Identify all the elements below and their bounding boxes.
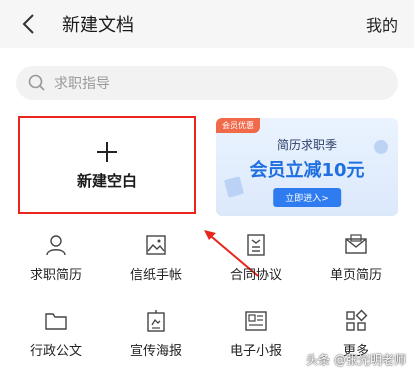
promo-enter-button[interactable]: 立即进入> xyxy=(273,188,341,207)
template-item-label: 单页简历 xyxy=(329,268,382,283)
template-item-contract[interactable]: 合同协议 xyxy=(204,232,308,283)
contract-icon xyxy=(247,234,265,256)
template-item-label: 信纸手帐 xyxy=(129,268,182,283)
image-icon xyxy=(146,235,166,255)
template-item-poster[interactable]: 宣传海报 xyxy=(104,308,208,359)
new-blank-button[interactable]: 新建空白 xyxy=(18,116,196,214)
search-input[interactable]: 求职指导 xyxy=(16,66,398,100)
promo-subtitle: 简历求职季 xyxy=(276,138,337,152)
back-button[interactable] xyxy=(14,10,42,38)
template-item-label: 电子小报 xyxy=(229,344,282,359)
plus-icon xyxy=(97,141,117,162)
member-promo-banner[interactable]: 会员优惠 简历求职季 会员立减10元 立即进入> xyxy=(216,118,398,216)
promo-headline: 会员立减10元 xyxy=(249,160,365,181)
folder-icon xyxy=(45,313,67,330)
more-grid-icon xyxy=(346,309,368,331)
person-icon xyxy=(46,235,66,256)
chevron-left-icon xyxy=(22,14,34,34)
template-item-label: 求职简历 xyxy=(29,268,82,283)
template-item-single-page-resume[interactable]: 单页简历 xyxy=(304,232,408,283)
template-item-letter-journal[interactable]: 信纸手帐 xyxy=(104,232,208,283)
top-bar: 新建文档 我的 xyxy=(0,0,414,48)
template-item-e-newspaper[interactable]: 电子小报 xyxy=(204,308,308,359)
page-title: 新建文档 xyxy=(62,15,134,36)
envelope-icon xyxy=(345,234,367,254)
new-blank-label: 新建空白 xyxy=(76,171,137,190)
template-item-label: 合同协议 xyxy=(229,268,282,283)
template-item-official-document[interactable]: 行政公文 xyxy=(4,308,108,359)
newspaper-icon xyxy=(245,311,267,331)
template-item-job-resume[interactable]: 求职简历 xyxy=(4,232,108,283)
template-item-label: 宣传海报 xyxy=(129,344,182,359)
search-placeholder: 求职指导 xyxy=(54,76,110,92)
search-icon xyxy=(28,74,45,91)
poster-icon xyxy=(147,310,165,332)
watermark: 头条 @张光明老师 xyxy=(306,353,406,367)
mine-button[interactable]: 我的 xyxy=(366,12,398,36)
promo-tag: 会员优惠 xyxy=(216,118,260,133)
template-item-label: 行政公文 xyxy=(29,344,82,359)
